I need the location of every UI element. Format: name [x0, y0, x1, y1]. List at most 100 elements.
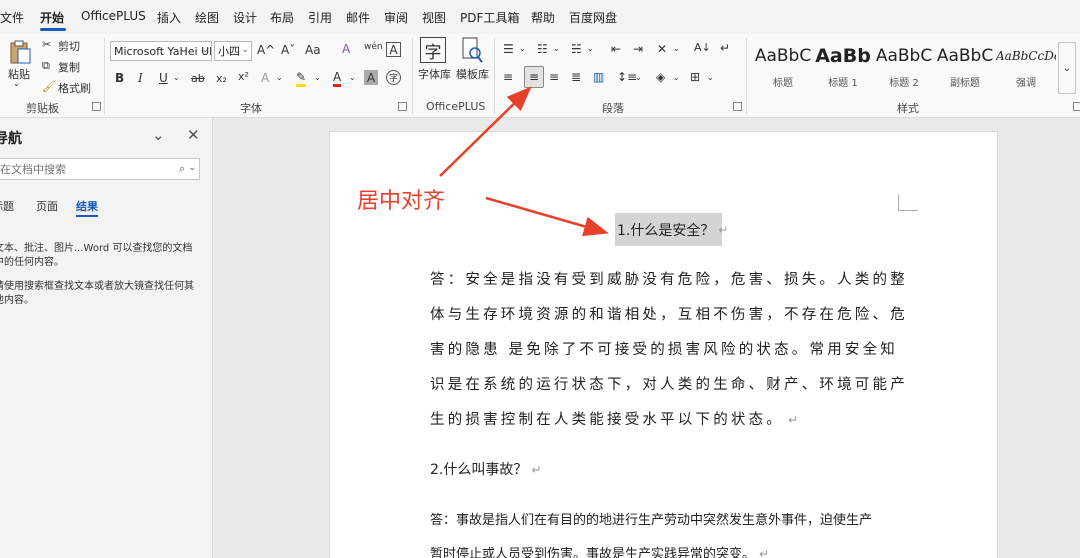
chevron-down-icon[interactable]: ⌄: [707, 73, 714, 82]
menu-mailings[interactable]: 邮件: [346, 9, 370, 26]
bullets-icon[interactable]: ☰: [503, 42, 514, 56]
increase-indent-icon[interactable]: ⇥: [633, 42, 643, 56]
shading-icon[interactable]: ◈: [656, 70, 665, 84]
style-title[interactable]: AaBbC 标题: [753, 42, 813, 94]
answer-1-line-4[interactable]: 识是在系统的运行状态下，对人类的生命、财产、环境可能产: [430, 373, 908, 394]
justify-icon[interactable]: ≣: [571, 70, 581, 84]
font-size-select[interactable]: 小四 ⌄: [214, 41, 252, 61]
chevron-down-icon[interactable]: ⌄: [188, 163, 196, 173]
answer-1-line-2[interactable]: 体与生存环境资源的和谐相处，互相不伤害，不存在危险、危: [430, 303, 908, 324]
style-heading-2[interactable]: AaBbC 标题 2: [874, 42, 934, 94]
menu-layout[interactable]: 布局: [270, 9, 294, 26]
chevron-down-icon[interactable]: ⌄: [673, 44, 680, 53]
shrink-font-button[interactable]: Aˇ: [281, 43, 295, 57]
underline-button[interactable]: U: [159, 71, 168, 85]
answer-1-line-5[interactable]: 生的损害控制在人类能接受水平以下的状态。 ↵: [430, 408, 798, 429]
font-library-icon[interactable]: 字: [420, 37, 446, 63]
answer-1-line-1[interactable]: 答：安全是指没有受到威胁没有危险，危害、损失。人类的整: [430, 268, 908, 289]
clipboard-launcher-icon[interactable]: [92, 102, 101, 111]
superscript-button[interactable]: x²: [238, 70, 249, 83]
numbering-icon[interactable]: ☷: [537, 42, 548, 56]
enclose-char-button[interactable]: 字: [386, 70, 401, 85]
style-heading-1[interactable]: AaBb 标题 1: [813, 42, 873, 94]
search-icon[interactable]: ⌕: [179, 162, 185, 176]
grow-font-button[interactable]: A^: [257, 43, 275, 57]
chevron-down-icon[interactable]: ⌄: [587, 44, 594, 53]
menu-pdf-toolbox[interactable]: PDF工具箱: [460, 9, 519, 26]
char-border-button[interactable]: A: [386, 42, 401, 57]
paragraph-launcher-icon[interactable]: [733, 102, 742, 111]
cut-button[interactable]: 剪切: [58, 38, 80, 54]
chinese-layout-icon[interactable]: ✕: [657, 42, 667, 56]
show-marks-icon[interactable]: ↵: [720, 41, 730, 55]
menu-review[interactable]: 审阅: [384, 9, 408, 26]
menu-view[interactable]: 视图: [422, 9, 446, 26]
chevron-down-icon[interactable]: ⌄: [349, 73, 356, 82]
menu-officeplus[interactable]: OfficePLUS: [81, 9, 146, 23]
heading-2[interactable]: 2.什么叫事故？ ↵: [430, 459, 541, 479]
copy-button[interactable]: 复制: [58, 59, 80, 75]
nav-tab-headings[interactable]: 标题: [0, 198, 14, 214]
align-center-icon[interactable]: ≡: [524, 66, 544, 88]
decrease-indent-icon[interactable]: ⇤: [611, 42, 621, 56]
chevron-down-icon[interactable]: ⌄: [519, 44, 526, 53]
text-effects-button[interactable]: A: [261, 71, 269, 85]
menu-insert[interactable]: 插入: [157, 9, 181, 26]
menu-home[interactable]: 开始: [40, 9, 64, 26]
sort-icon[interactable]: A↓: [694, 41, 711, 54]
chevron-down-icon[interactable]: ⌄: [553, 44, 560, 53]
styles-launcher-icon[interactable]: [1073, 102, 1080, 111]
change-case-button[interactable]: Aa: [305, 43, 321, 57]
paragraph-mark: ↵: [531, 463, 542, 477]
multilevel-list-icon[interactable]: ☵: [571, 42, 582, 56]
italic-button[interactable]: I: [138, 71, 143, 85]
nav-search-input[interactable]: [0, 159, 162, 179]
styles-gallery-more-icon[interactable]: ⌄: [1058, 42, 1076, 94]
close-icon[interactable]: ✕: [187, 126, 200, 144]
clear-format-button[interactable]: A: [342, 42, 350, 56]
font-name-select[interactable]: Microsoft YaHei UI ⌄: [110, 41, 212, 61]
chevron-down-icon[interactable]: ⌄: [276, 73, 283, 82]
distributed-icon[interactable]: ▥: [593, 70, 604, 84]
strikethrough-button[interactable]: ab: [191, 72, 205, 85]
answer-2-line-1[interactable]: 答：事故是指人们在有目的的地进行生产劳动中突然发生意外事件，迫使生产: [430, 509, 872, 528]
paste-icon[interactable]: [6, 38, 34, 66]
selected-heading-1[interactable]: 1.什么是安全？ ↵: [615, 213, 728, 246]
paste-dropdown-icon[interactable]: ⌄: [13, 79, 20, 88]
template-library-icon[interactable]: [460, 37, 484, 63]
borders-icon[interactable]: ⊞: [690, 70, 700, 84]
menu-references[interactable]: 引用: [308, 9, 332, 26]
font-color-button[interactable]: A: [333, 70, 342, 87]
heading-text: 1.什么是安全？: [617, 222, 715, 239]
char-shading-button[interactable]: A: [364, 70, 378, 85]
chevron-down-icon[interactable]: ⌄: [673, 73, 680, 82]
cut-icon[interactable]: ✂: [42, 38, 51, 51]
nav-tab-pages[interactable]: 页面: [36, 198, 58, 214]
chevron-down-icon[interactable]: ⌄: [314, 73, 321, 82]
style-subtitle[interactable]: AaBbC 副标题: [935, 42, 995, 94]
answer-1-line-3[interactable]: 害的隐患 是免除了不可接受的损害风险的状态。常用安全知: [430, 338, 898, 359]
chevron-down-icon[interactable]: ⌄: [635, 73, 642, 82]
phonetic-guide-button[interactable]: wén: [364, 42, 383, 52]
menu-design[interactable]: 设计: [233, 9, 257, 26]
highlight-button[interactable]: ✎: [296, 70, 307, 87]
style-emphasis[interactable]: AaBbCcDc 强调: [996, 42, 1056, 94]
answer-2-line-2[interactable]: 暂时停止或人员受到伤害。事故是生产实践异常的突变。 ↵: [430, 543, 769, 558]
format-painter-button[interactable]: 格式刷: [58, 80, 91, 96]
copy-icon[interactable]: ⧉: [42, 59, 50, 73]
menu-file[interactable]: 文件: [0, 9, 24, 26]
bold-button[interactable]: B: [115, 71, 124, 85]
subscript-button[interactable]: x₂: [216, 72, 227, 85]
template-library-button[interactable]: 模板库: [456, 66, 489, 82]
menu-draw[interactable]: 绘图: [195, 9, 219, 26]
nav-tab-results[interactable]: 结果: [76, 198, 98, 214]
align-right-icon[interactable]: ≡: [549, 70, 559, 84]
chevron-down-icon[interactable]: ⌄: [173, 73, 180, 82]
menu-baidu-netdisk[interactable]: 百度网盘: [569, 9, 617, 26]
font-library-button[interactable]: 字体库: [418, 66, 451, 82]
chevron-down-icon[interactable]: ⌄: [152, 126, 165, 144]
menu-help[interactable]: 帮助: [531, 9, 555, 26]
align-left-icon[interactable]: ≡: [503, 70, 513, 84]
format-painter-icon[interactable]: 🖌: [42, 80, 56, 93]
font-launcher-icon[interactable]: [398, 102, 407, 111]
